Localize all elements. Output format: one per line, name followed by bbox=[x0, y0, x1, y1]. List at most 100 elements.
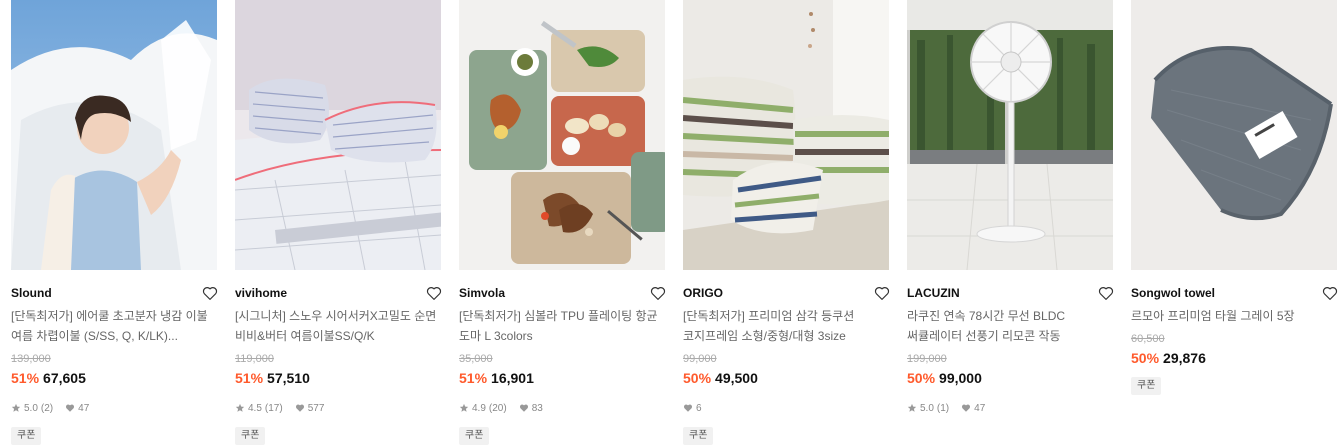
sale-price: 29,876 bbox=[1163, 350, 1206, 366]
sale-price: 57,510 bbox=[267, 370, 310, 386]
original-price: 60,500 bbox=[1131, 333, 1165, 345]
product-name[interactable]: 라쿠진 연속 78시간 무선 BLDC 써큘레이터 선풍기 리모콘 작동 bbox=[907, 306, 1113, 346]
rating: 5.0 (2) bbox=[11, 403, 53, 414]
original-price: 139,000 bbox=[11, 353, 51, 365]
brand-row: Simvola bbox=[459, 284, 667, 302]
product-card[interactable]: Songwol towel 르모아 프리미엄 타월 그레이 5장 60,500 … bbox=[1131, 0, 1339, 445]
original-price: 199,000 bbox=[907, 353, 947, 365]
brand-row: vivihome bbox=[235, 284, 443, 302]
rating: 5.0 (1) bbox=[907, 403, 949, 414]
brand-name[interactable]: ORIGO bbox=[683, 286, 723, 300]
sale-price: 99,000 bbox=[939, 370, 982, 386]
discount-rate: 51% bbox=[235, 370, 264, 386]
wishlist-heart-icon[interactable] bbox=[425, 284, 443, 302]
discount-rate: 50% bbox=[683, 370, 712, 386]
product-card[interactable]: ORIGO [단독최저가] 프리미엄 삼각 등쿠션 코지프레임 소형/중형/대형… bbox=[683, 0, 891, 445]
rating-value: 5.0 bbox=[920, 402, 934, 414]
heart-filled-icon bbox=[519, 404, 528, 412]
price-row: 51% 67,605 bbox=[11, 368, 217, 388]
like-count: 6 bbox=[696, 402, 702, 414]
product-image-art bbox=[11, 0, 217, 270]
rating: 4.5 (17) bbox=[235, 403, 283, 414]
coupon-badge: 쿠폰 bbox=[235, 427, 266, 445]
product-image[interactable] bbox=[459, 0, 665, 270]
product-image[interactable] bbox=[907, 0, 1113, 270]
sale-price: 67,605 bbox=[43, 370, 86, 386]
review-meta: 4.5 (17) 577 bbox=[235, 401, 441, 415]
original-price: 119,000 bbox=[235, 353, 274, 365]
review-count: (2) bbox=[40, 402, 54, 414]
review-count: (1) bbox=[936, 402, 950, 414]
heart-filled-icon bbox=[66, 404, 75, 412]
star-icon bbox=[11, 403, 21, 412]
brand-name[interactable]: Simvola bbox=[459, 286, 505, 300]
heart-filled-icon bbox=[295, 404, 304, 412]
review-meta: 5.0 (1) 47 bbox=[907, 401, 1113, 415]
product-image[interactable] bbox=[683, 0, 889, 270]
rating-value: 5.0 bbox=[24, 402, 38, 414]
brand-name[interactable]: Slound bbox=[11, 286, 52, 300]
likes: 577 bbox=[295, 402, 325, 414]
like-count: 47 bbox=[974, 402, 986, 414]
product-image-art bbox=[683, 0, 889, 270]
coupon-badge: 쿠폰 bbox=[459, 427, 490, 445]
product-name[interactable]: [단독최저가] 프리미엄 삼각 등쿠션 코지프레임 소형/중형/대형 3size bbox=[683, 306, 889, 346]
price-row: 50% 29,876 bbox=[1131, 348, 1337, 368]
product-image[interactable] bbox=[1131, 0, 1337, 270]
product-image[interactable] bbox=[235, 0, 441, 270]
like-count: 577 bbox=[307, 402, 325, 414]
star-icon bbox=[235, 403, 245, 412]
wishlist-heart-icon[interactable] bbox=[649, 284, 667, 302]
star-icon bbox=[907, 403, 917, 412]
likes: 6 bbox=[683, 403, 702, 414]
wishlist-heart-icon[interactable] bbox=[201, 284, 219, 302]
product-name[interactable]: [단독최저가] 에어쿨 초고분자 냉감 이불 여름 차렵이불 (S/SS, Q,… bbox=[11, 306, 217, 346]
review-meta: 6 bbox=[683, 401, 889, 415]
discount-rate: 50% bbox=[1131, 350, 1160, 366]
likes: 47 bbox=[65, 403, 89, 414]
wishlist-heart-icon[interactable] bbox=[1321, 284, 1339, 302]
sale-price: 16,901 bbox=[491, 370, 534, 386]
brand-row: ORIGO bbox=[683, 284, 891, 302]
product-name[interactable]: [단독최저가] 심볼라 TPU 플레이팅 항균 도마 L 3colors bbox=[459, 306, 665, 346]
brand-row: Slound bbox=[11, 284, 219, 302]
product-name[interactable]: [시그니처] 스노우 시어서커X고밀도 순면 비비&버터 여름이불SS/Q/K bbox=[235, 306, 441, 346]
price-row: 51% 16,901 bbox=[459, 368, 665, 388]
price-row: 50% 99,000 bbox=[907, 368, 1113, 388]
heart-filled-icon bbox=[962, 404, 971, 412]
review-meta: 5.0 (2) 47 bbox=[11, 401, 217, 415]
product-image[interactable] bbox=[11, 0, 217, 270]
coupon-badge: 쿠폰 bbox=[11, 427, 42, 445]
product-name[interactable]: 르모아 프리미엄 타월 그레이 5장 bbox=[1131, 306, 1337, 326]
like-count: 83 bbox=[531, 402, 543, 414]
discount-rate: 51% bbox=[11, 370, 40, 386]
rating-value: 4.9 bbox=[472, 402, 486, 414]
brand-row: Songwol towel bbox=[1131, 284, 1339, 302]
product-card[interactable]: Slound [단독최저가] 에어쿨 초고분자 냉감 이불 여름 차렵이불 (S… bbox=[11, 0, 219, 445]
wishlist-heart-icon[interactable] bbox=[1097, 284, 1115, 302]
coupon-badge: 쿠폰 bbox=[683, 427, 714, 445]
coupon-badge: 쿠폰 bbox=[1131, 377, 1162, 395]
review-count: (17) bbox=[264, 402, 283, 414]
product-image-art bbox=[907, 0, 1113, 270]
likes: 83 bbox=[519, 403, 543, 414]
original-price: 35,000 bbox=[459, 353, 493, 365]
brand-name[interactable]: Songwol towel bbox=[1131, 286, 1215, 300]
brand-name[interactable]: LACUZIN bbox=[907, 286, 960, 300]
review-count: (20) bbox=[488, 402, 507, 414]
product-card[interactable]: Simvola [단독최저가] 심볼라 TPU 플레이팅 항균 도마 L 3co… bbox=[459, 0, 667, 445]
product-card[interactable]: LACUZIN 라쿠진 연속 78시간 무선 BLDC 써큘레이터 선풍기 리모… bbox=[907, 0, 1115, 445]
brand-name[interactable]: vivihome bbox=[235, 286, 287, 300]
price-row: 50% 49,500 bbox=[683, 368, 889, 388]
likes: 47 bbox=[961, 403, 985, 414]
like-count: 47 bbox=[78, 402, 90, 414]
rating-value: 4.5 bbox=[248, 402, 262, 414]
product-image-art bbox=[1131, 0, 1337, 270]
product-image-art bbox=[459, 0, 665, 270]
product-card[interactable]: vivihome [시그니처] 스노우 시어서커X고밀도 순면 비비&버터 여름… bbox=[235, 0, 443, 445]
wishlist-heart-icon[interactable] bbox=[873, 284, 891, 302]
sale-price: 49,500 bbox=[715, 370, 758, 386]
brand-row: LACUZIN bbox=[907, 284, 1115, 302]
discount-rate: 50% bbox=[907, 370, 936, 386]
rating: 4.9 (20) bbox=[459, 403, 507, 414]
